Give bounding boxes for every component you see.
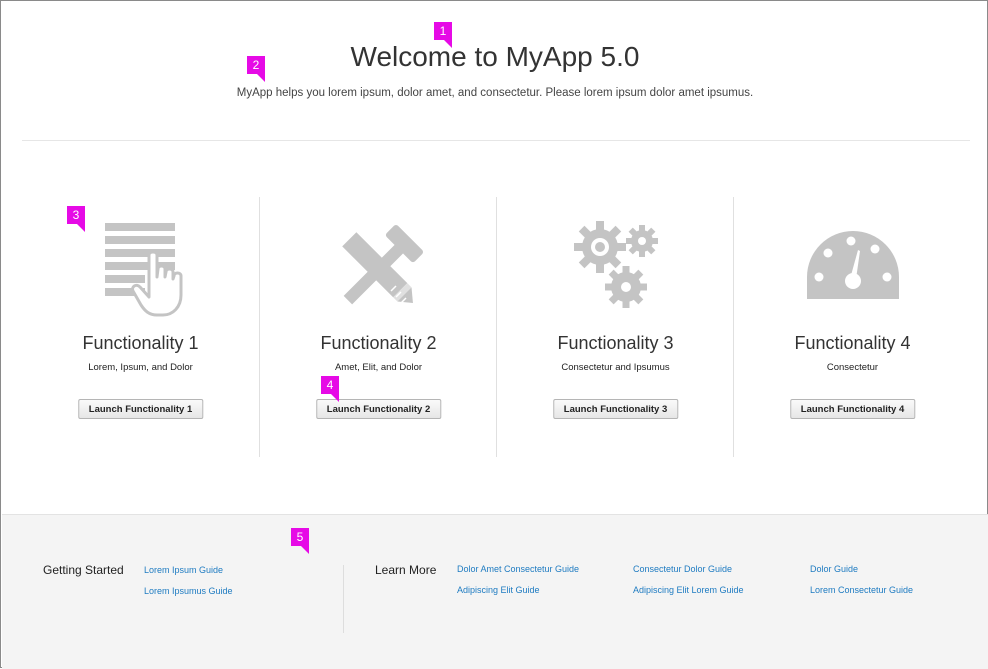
adipiscing-elit-lorem-guide-link[interactable]: Adipiscing Elit Lorem Guide — [633, 585, 744, 595]
dolor-guide-link[interactable]: Dolor Guide — [810, 564, 858, 574]
feature-description: Lorem, Ipsum, and Dolor — [88, 362, 193, 373]
feature-title: Functionality 1 — [82, 333, 199, 353]
feature-card-1: Functionality 1 Lorem, Ipsum, and Dolor … — [22, 197, 259, 457]
gauge-icon — [803, 219, 903, 319]
annotation-marker-4: 4 — [321, 376, 339, 402]
header-divider — [22, 140, 970, 141]
page-subtitle: MyApp helps you lorem ipsum, dolor amet,… — [236, 87, 754, 99]
footer-divider — [343, 565, 344, 633]
lorem-consectetur-guide-link[interactable]: Lorem Consectetur Guide — [810, 585, 913, 595]
lorem-ipsumus-guide-link[interactable]: Lorem Ipsumus Guide — [144, 586, 233, 596]
adipiscing-elit-guide-link[interactable]: Adipiscing Elit Guide — [457, 585, 540, 595]
feature-title: Functionality 2 — [320, 333, 437, 353]
tools-icon — [329, 219, 429, 319]
feature-title: Functionality 4 — [794, 333, 911, 353]
getting-started-heading: Getting Started — [43, 563, 124, 577]
gears-icon — [566, 219, 666, 319]
launch-functionality-1-button[interactable]: Launch Functionality 1 — [77, 399, 204, 419]
launch-functionality-3-button[interactable]: Launch Functionality 3 — [552, 399, 679, 419]
feature-description: Consectetur — [826, 362, 879, 373]
feature-card-2: Functionality 2 Amet, Elit, and Dolor La… — [259, 197, 497, 457]
feature-card-3: Functionality 3 Consectetur and Ipsumus … — [496, 197, 734, 457]
dolor-amet-consectetur-guide-link[interactable]: Dolor Amet Consectetur Guide — [457, 564, 579, 574]
page-title: Welcome to MyApp 5.0 — [350, 41, 640, 72]
launch-functionality-2-button[interactable]: Launch Functionality 2 — [315, 399, 442, 419]
feature-description: Consectetur and Ipsumus — [561, 362, 670, 373]
feature-description: Amet, Elit, and Dolor — [334, 362, 423, 373]
lorem-ipsum-guide-link[interactable]: Lorem Ipsum Guide — [144, 565, 223, 575]
feature-card-4: Functionality 4 Consectetur Launch Funct… — [733, 197, 971, 457]
feature-title: Functionality 3 — [557, 333, 674, 353]
annotation-marker-3: 3 — [67, 206, 85, 232]
annotation-marker-2: 2 — [247, 56, 265, 82]
footer: Getting Started Lorem Ipsum Guide Lorem … — [2, 514, 988, 669]
consectetur-dolor-guide-link[interactable]: Consectetur Dolor Guide — [633, 564, 732, 574]
list-touch-icon — [91, 219, 191, 319]
app-window: Welcome to MyApp 5.0 MyApp helps you lor… — [0, 0, 988, 669]
launch-functionality-4-button[interactable]: Launch Functionality 4 — [789, 399, 916, 419]
annotation-marker-1: 1 — [434, 22, 452, 48]
annotation-marker-5: 5 — [291, 528, 309, 554]
learn-more-heading: Learn More — [375, 563, 437, 577]
